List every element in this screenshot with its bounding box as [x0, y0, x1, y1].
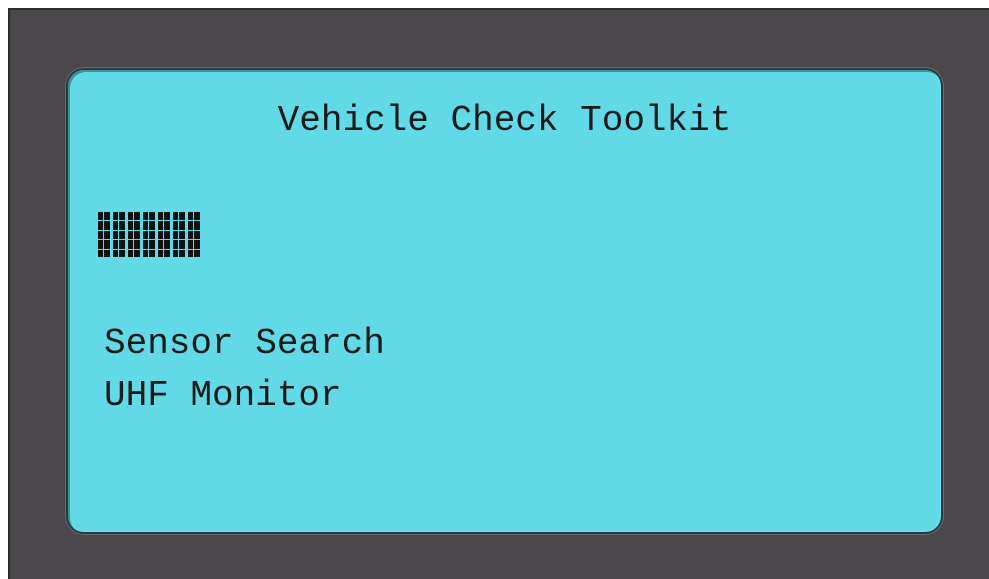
progress-block: [158, 212, 170, 257]
lcd-screen: Vehicle Check Toolkit Sensor Search UHF …: [66, 68, 943, 534]
progress-block: [143, 212, 155, 257]
progress-block: [98, 212, 110, 257]
device-frame: Vehicle Check Toolkit Sensor Search UHF …: [8, 8, 989, 579]
main-menu: Sensor Search UHF Monitor: [104, 326, 385, 430]
menu-item-uhf-monitor[interactable]: UHF Monitor: [104, 378, 385, 430]
menu-item-sensor-search[interactable]: Sensor Search: [104, 326, 385, 378]
progress-block: [173, 212, 185, 257]
progress-block: [188, 212, 200, 257]
progress-blocks-icon: [98, 212, 200, 257]
progress-block: [113, 212, 125, 257]
progress-block: [128, 212, 140, 257]
screen-title: Vehicle Check Toolkit: [277, 100, 732, 141]
